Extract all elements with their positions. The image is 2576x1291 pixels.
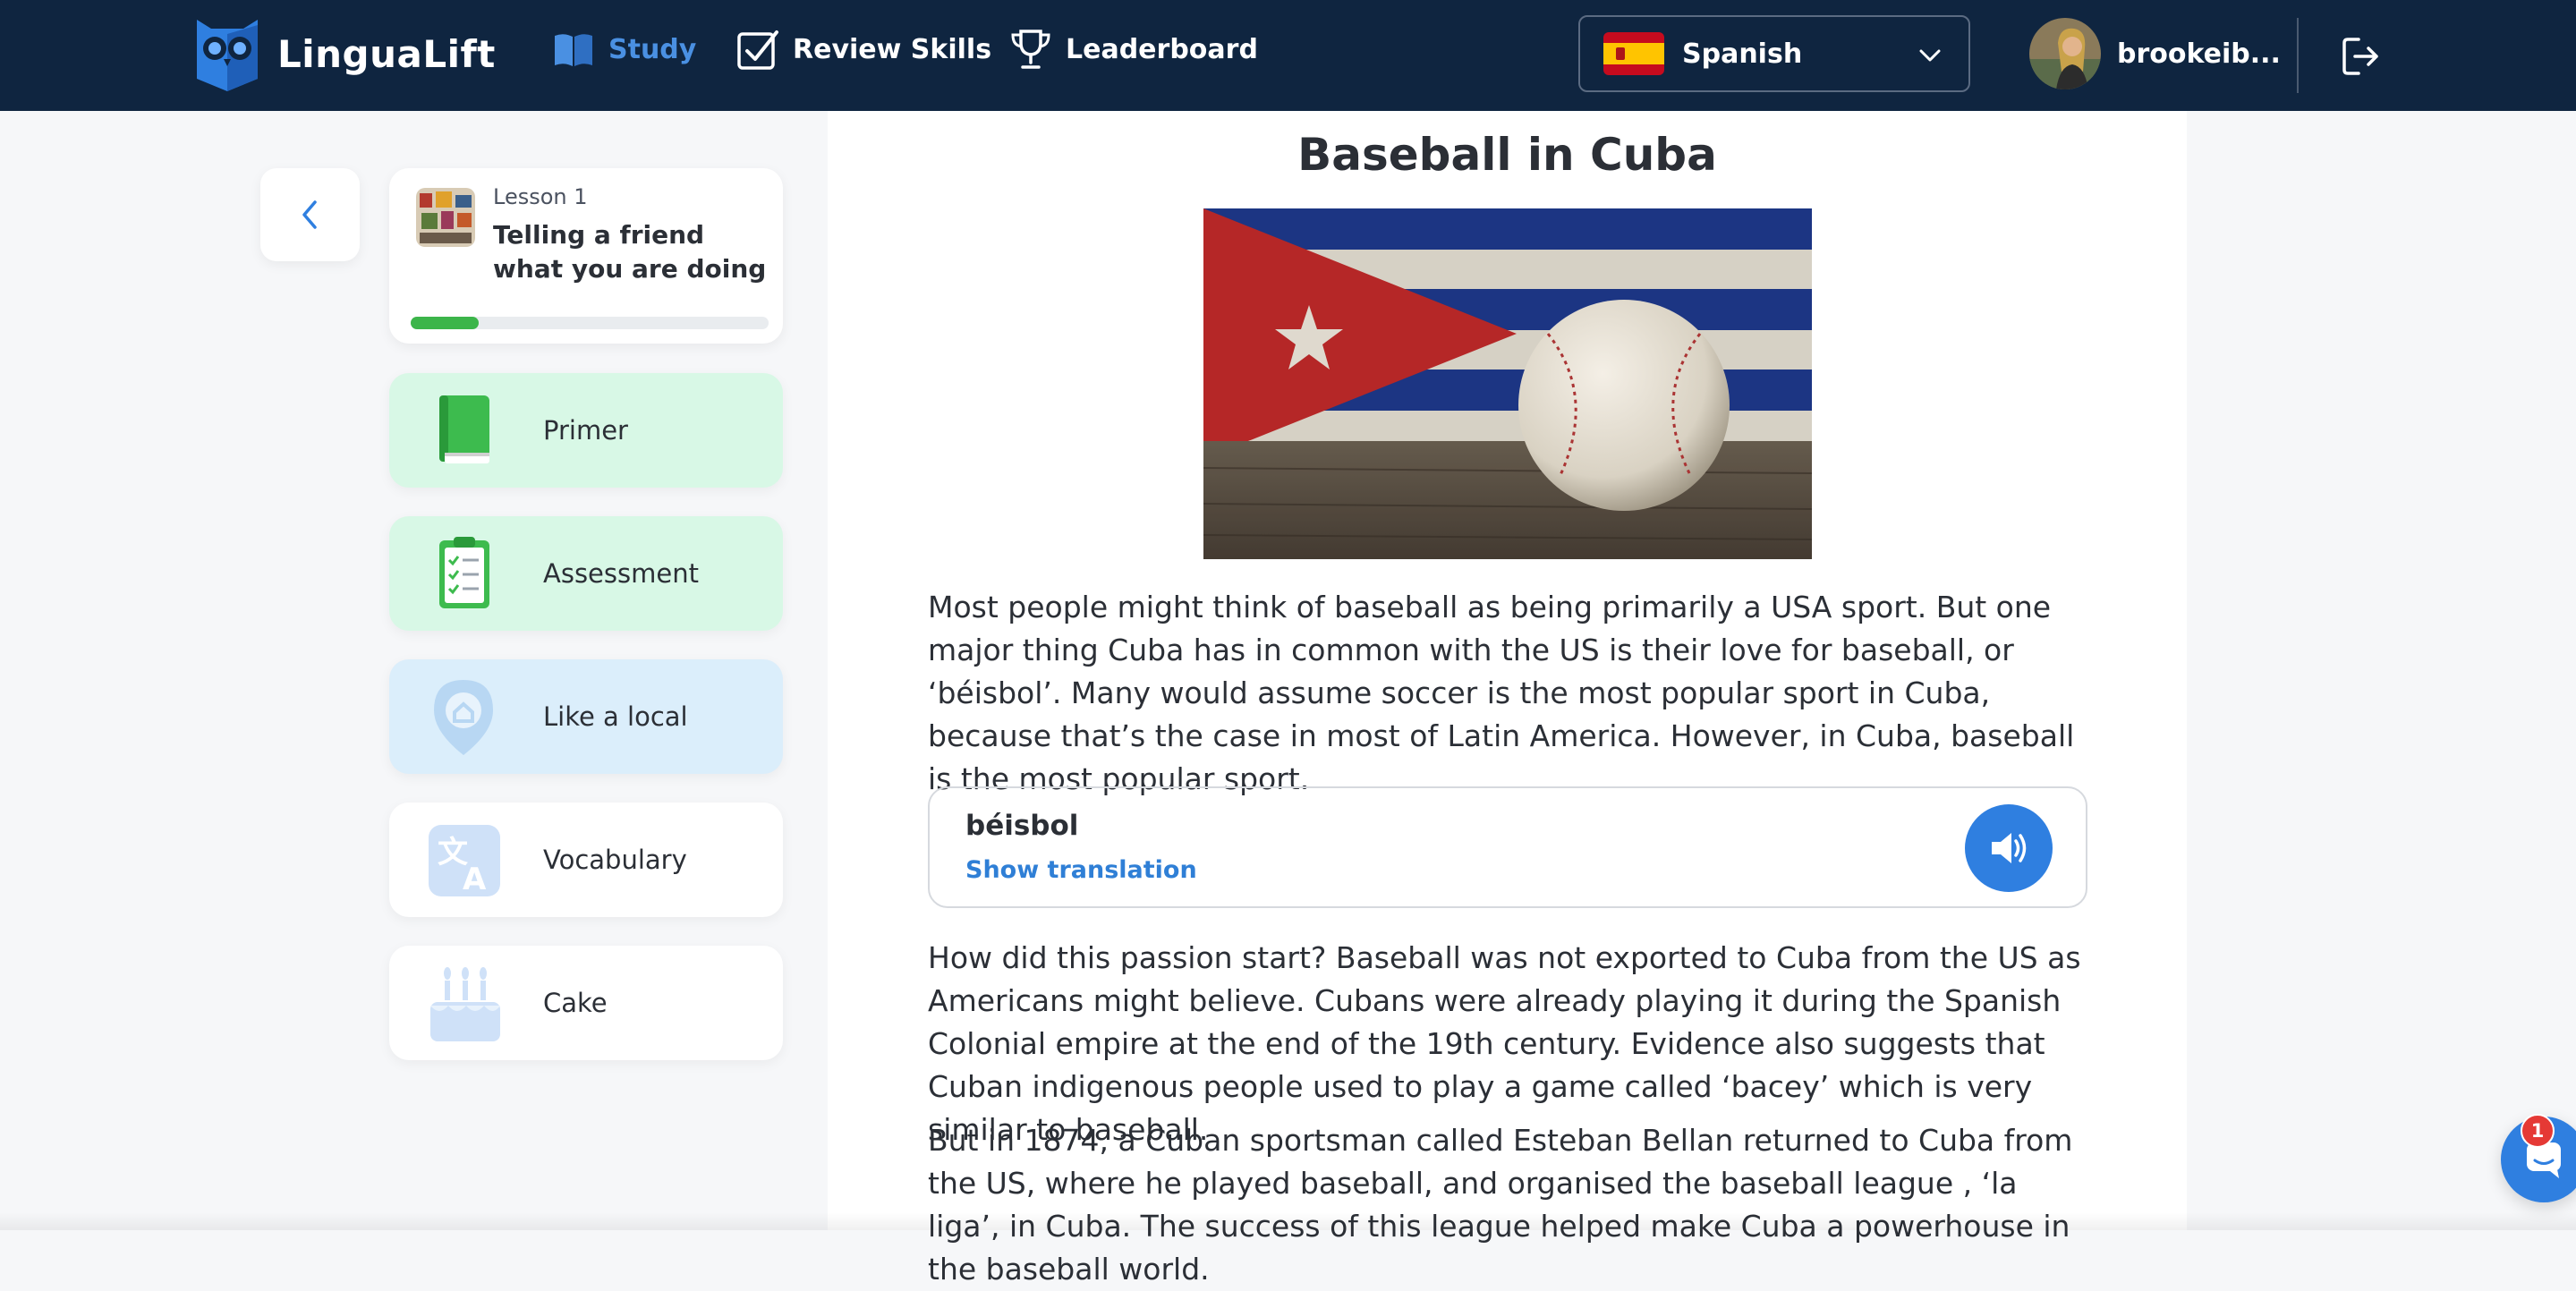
article-paragraph: Most people might think of baseball as b… (928, 590, 2075, 796)
sidebar-item-vocabulary[interactable]: 文 A Vocabulary (389, 803, 783, 917)
svg-text:A: A (463, 862, 487, 897)
sidebar-item-label: Like a local (543, 701, 688, 732)
play-audio-button[interactable] (1965, 804, 2053, 892)
lesson-number: Lesson 1 (493, 184, 588, 209)
lesson-title: Telling a friend what you are doing (493, 220, 767, 284)
open-book-icon (555, 34, 592, 66)
nav-study-label: Study (608, 33, 697, 65)
bottom-shadow (0, 1212, 2576, 1230)
clipboard-checklist-icon (439, 537, 489, 608)
speaker-icon (1992, 833, 2027, 863)
avatar (2029, 18, 2101, 89)
article-panel: Baseball in Cuba Most people might think… (828, 111, 2187, 1287)
chat-notification-badge: 1 (2521, 1114, 2555, 1148)
birthday-cake-icon (430, 967, 500, 1041)
nav-review-label: Review Skills (793, 33, 992, 65)
sidebar-item-like-a-local[interactable]: Like a local (389, 659, 783, 774)
app-logo[interactable]: LinguaLift (191, 16, 496, 91)
app-name: LinguaLift (277, 31, 496, 76)
trophy-icon (1011, 30, 1050, 69)
owl-logo-icon (197, 20, 258, 91)
logout-icon[interactable] (2339, 34, 2384, 79)
cuba-flag-baseball-image (1203, 208, 1812, 559)
language-selector[interactable]: Spanish (1578, 15, 1970, 92)
lesson-progress-bar (411, 317, 769, 329)
lesson-thumbnail (416, 188, 475, 247)
vocabulary-card: béisbol Show translation (928, 786, 2087, 908)
lesson-progress-fill (411, 317, 479, 329)
user-menu[interactable]: brookeib... (2029, 18, 2281, 89)
selected-language: Spanish (1682, 38, 1803, 70)
article-title: Baseball in Cuba (1297, 129, 1717, 181)
vocab-word: béisbol (965, 810, 1079, 842)
location-pin-icon (434, 680, 493, 755)
chevron-down-icon (1919, 49, 1941, 62)
nav-leaderboard-label: Leaderboard (1066, 33, 1258, 65)
lesson-card[interactable]: Lesson 1 Telling a friend what you are d… (389, 168, 783, 344)
article-paragraph: But in 1874, a Cuban sportsman called Es… (928, 1123, 2073, 1287)
header-divider (2297, 18, 2299, 93)
top-navigation-bar: LinguaLift Study Review Skills Leaderboa… (0, 0, 2576, 111)
sidebar-item-assessment[interactable]: Assessment (389, 516, 783, 631)
sidebar-item-label: Assessment (543, 558, 699, 589)
sidebar-item-label: Primer (543, 415, 628, 446)
show-translation-link[interactable]: Show translation (965, 856, 1197, 884)
sidebar-item-cake[interactable]: Cake (389, 946, 783, 1060)
nav-review-skills[interactable]: Review Skills (735, 27, 991, 72)
green-book-icon (439, 395, 489, 463)
sidebar-item-label: Cake (543, 988, 608, 1018)
spain-flag-icon (1603, 32, 1664, 75)
checkbox-icon (737, 30, 778, 70)
sidebar-item-primer[interactable]: Primer (389, 373, 783, 488)
nav-study[interactable]: Study (551, 27, 696, 72)
translate-icon: 文 A (429, 825, 500, 897)
username: brookeib... (2117, 38, 2281, 70)
sidebar-item-label: Vocabulary (543, 845, 687, 875)
nav-leaderboard[interactable]: Leaderboard (1008, 27, 1258, 72)
chevron-left-icon (302, 200, 317, 229)
back-button[interactable] (260, 168, 360, 261)
